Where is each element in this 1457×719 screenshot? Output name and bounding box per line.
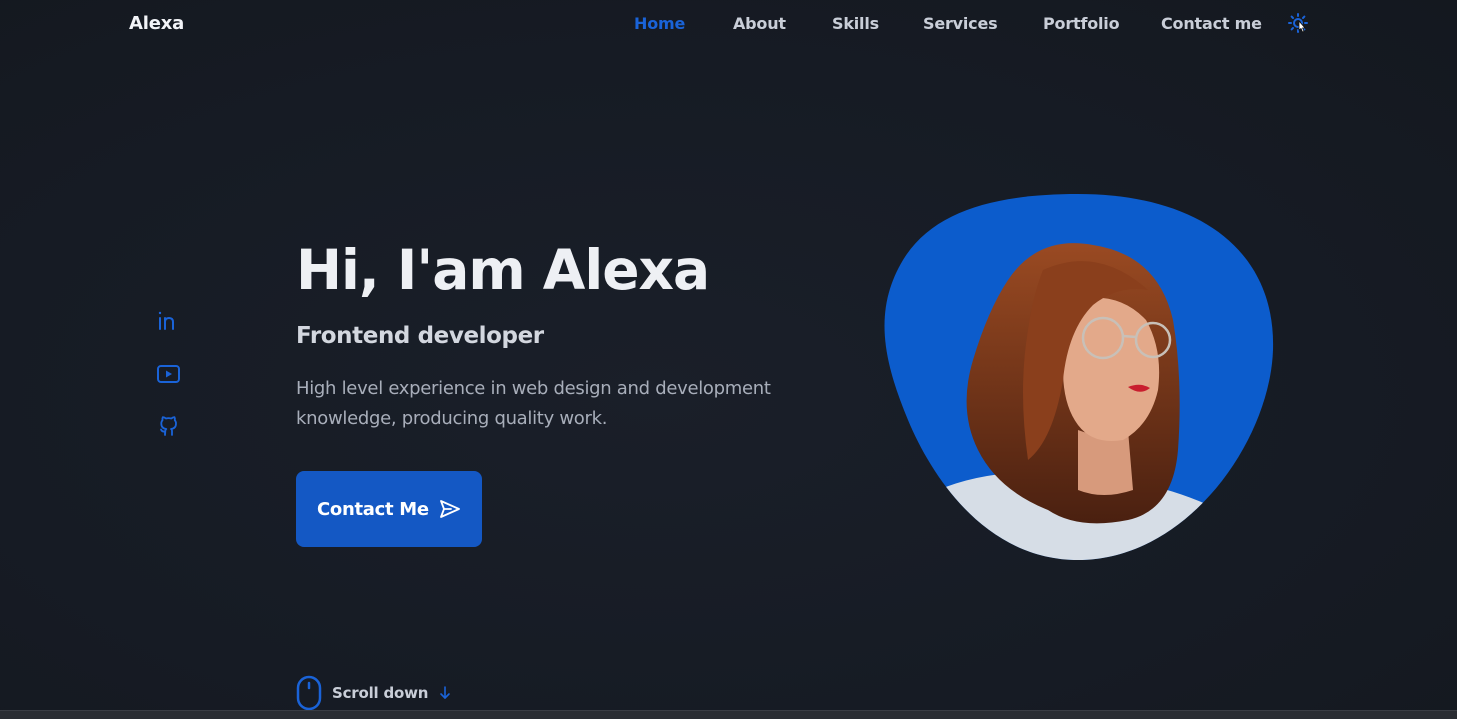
nav-item-contact[interactable]: Contact me [1161, 14, 1262, 33]
nav-item-portfolio[interactable]: Portfolio [1043, 14, 1120, 33]
linkedin-link[interactable] [156, 308, 182, 334]
arrow-down-icon [440, 686, 451, 699]
youtube-link[interactable] [156, 361, 182, 387]
mouse-icon [296, 675, 322, 711]
youtube-icon [157, 365, 180, 383]
nav-item-skills[interactable]: Skills [832, 14, 879, 33]
hero-description: High level experience in web design and … [296, 378, 771, 429]
scroll-down-link[interactable]: Scroll down [296, 675, 452, 711]
contact-me-label: Contact Me [317, 498, 429, 520]
brand-logo[interactable]: Alexa [129, 13, 184, 34]
contact-me-button[interactable]: Contact Me [296, 471, 482, 547]
nav-item-home[interactable]: Home [634, 14, 685, 33]
github-link[interactable] [156, 413, 182, 439]
nav-item-about[interactable]: About [733, 14, 786, 33]
linkedin-icon [158, 311, 174, 330]
nav-item-services[interactable]: Services [923, 14, 998, 33]
theme-toggle-button[interactable] [1288, 13, 1310, 35]
profile-photo [884, 194, 1274, 560]
window-bottom-edge [0, 710, 1457, 719]
scroll-down-label: Scroll down [332, 684, 429, 702]
navbar: Alexa Home About Skills Services Portfol… [0, 0, 1457, 50]
hero-title: Hi, I'am Alexa [296, 238, 710, 302]
sun-icon [1288, 13, 1308, 33]
github-icon [160, 416, 177, 436]
send-icon [439, 500, 460, 518]
profile-image [878, 190, 1278, 565]
hero-subtitle: Frontend developer [296, 323, 544, 349]
